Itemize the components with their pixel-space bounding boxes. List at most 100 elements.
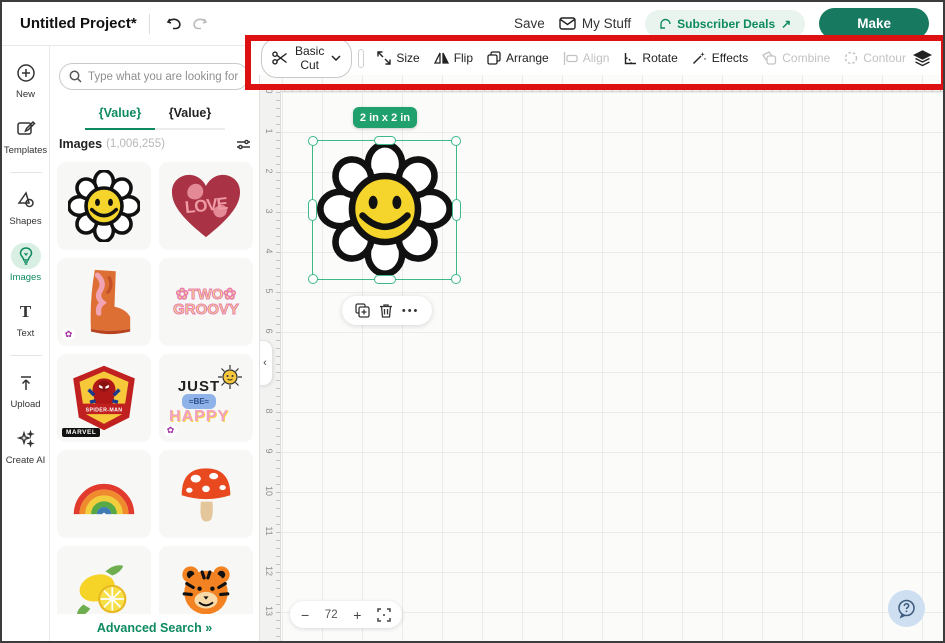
- align-icon: [563, 52, 578, 65]
- save-button[interactable]: Save: [514, 16, 545, 31]
- trash-icon: [379, 303, 393, 318]
- tab-second[interactable]: {Value}: [155, 100, 225, 128]
- color-swatch[interactable]: [359, 50, 363, 67]
- resize-handle-right[interactable]: [452, 199, 461, 221]
- shapes-icon: [11, 187, 41, 213]
- ruler-number: 3: [264, 205, 274, 217]
- thumbnail-two-groovy[interactable]: ✿TWO✿ GROOVY: [159, 258, 253, 346]
- images-lightbulb-icon: [11, 243, 41, 269]
- undo-button[interactable]: [162, 12, 187, 35]
- resize-handle-bottom-left[interactable]: [308, 274, 318, 284]
- selection-action-bar: •••: [342, 296, 432, 325]
- zoom-out-button[interactable]: −: [301, 607, 309, 623]
- flip-label: Flip: [454, 51, 473, 65]
- combine-icon: [762, 51, 777, 65]
- thumbnail-spider-man[interactable]: SPIDER-MAN MARVEL: [57, 354, 151, 442]
- combine-button[interactable]: Combine: [762, 51, 830, 65]
- resize-handle-bottom[interactable]: [374, 275, 396, 284]
- project-title: Untitled Project*: [20, 15, 137, 32]
- sidebar-item-create-ai[interactable]: Create AI: [3, 426, 49, 466]
- zoom-level: 72: [325, 609, 338, 621]
- delete-button[interactable]: [379, 303, 393, 318]
- size-icon: [377, 51, 391, 65]
- size-badge: 2 in x 2 in: [353, 107, 417, 128]
- ruler-number: 1: [264, 125, 274, 137]
- sidebar-item-text[interactable]: T Text: [3, 299, 49, 339]
- envelope-icon: [559, 17, 576, 30]
- rail-divider: [10, 355, 42, 356]
- active-tab-indicator: [85, 128, 155, 130]
- thumbnail-love-heart[interactable]: LOVE: [159, 162, 253, 250]
- new-plus-icon: [11, 60, 41, 86]
- linetype-dropdown[interactable]: Basic Cut: [261, 38, 352, 78]
- left-rail: New Templates Shapes Images T Text: [2, 46, 50, 641]
- save-label: Save: [514, 16, 545, 31]
- make-button[interactable]: Make: [819, 8, 929, 39]
- contour-button[interactable]: Contour: [844, 51, 906, 65]
- cricut-design-space-app: Untitled Project* Save My Stuff: [0, 0, 945, 643]
- sidebar-item-label: Shapes: [9, 216, 41, 227]
- help-button[interactable]: [888, 590, 925, 627]
- text-icon: T: [11, 299, 41, 325]
- design-canvas[interactable]: 012345678910111213 ‹ 2 in x 2 in: [260, 46, 943, 641]
- contour-label: Contour: [863, 51, 906, 65]
- effects-button[interactable]: Effects: [692, 51, 748, 65]
- thumbnail-mushroom[interactable]: [159, 450, 253, 538]
- thumbnail-flower-smiley[interactable]: [57, 162, 151, 250]
- resize-handle-top-left[interactable]: [308, 136, 318, 146]
- resize-handle-left[interactable]: [308, 199, 317, 221]
- my-stuff-label: My Stuff: [582, 16, 631, 31]
- filter-button[interactable]: [236, 138, 251, 151]
- images-panel: {Value} {Value} Images (1,006,255): [50, 46, 260, 641]
- sidebar-item-images[interactable]: Images: [3, 243, 49, 283]
- size-label: Size: [396, 51, 419, 65]
- canvas-flower-image[interactable]: [317, 143, 453, 275]
- advanced-search-link[interactable]: Advanced Search »: [97, 621, 212, 635]
- size-button[interactable]: Size: [377, 51, 419, 65]
- sidebar-item-label: Text: [17, 328, 34, 339]
- sidebar-item-new[interactable]: New: [3, 60, 49, 100]
- ruler-number: 9: [264, 445, 274, 457]
- ruler-number: 8: [264, 405, 274, 417]
- effects-label: Effects: [712, 51, 748, 65]
- search-input[interactable]: [88, 71, 238, 83]
- rotate-button[interactable]: Rotate: [623, 51, 677, 65]
- sidebar-item-label: Templates: [4, 145, 47, 156]
- sparkles-icon: [11, 426, 41, 452]
- tab-first[interactable]: {Value}: [85, 100, 155, 128]
- ruler-number: 0: [264, 85, 274, 97]
- chevron-right-double-icon: »: [205, 621, 212, 635]
- resize-handle-top[interactable]: [374, 136, 396, 145]
- subscriber-deals-button[interactable]: Subscriber Deals ↗: [645, 10, 805, 38]
- zoom-in-button[interactable]: +: [353, 607, 361, 623]
- selection-box[interactable]: [312, 140, 457, 280]
- search-bar: [59, 63, 249, 90]
- layers-panel-toggle[interactable]: [913, 50, 932, 67]
- combine-label: Combine: [782, 51, 830, 65]
- resize-handle-bottom-right[interactable]: [451, 274, 461, 284]
- sidebar-item-templates[interactable]: Templates: [3, 116, 49, 156]
- tab-underline: [85, 128, 225, 130]
- fit-to-screen-button[interactable]: [377, 608, 391, 622]
- groovy-line1: ✿TWO✿: [173, 287, 239, 302]
- resize-handle-top-right[interactable]: [451, 136, 461, 146]
- ellipsis-icon: •••: [402, 305, 420, 317]
- fit-screen-icon: [377, 608, 391, 622]
- my-stuff-button[interactable]: My Stuff: [559, 16, 631, 31]
- panel-collapse-handle[interactable]: ‹: [258, 340, 273, 386]
- more-options-button[interactable]: •••: [402, 305, 420, 317]
- thumbnail-rainbow[interactable]: [57, 450, 151, 538]
- thumbnail-just-be-happy[interactable]: JUST ≈BE≈ HAPPY ✿: [159, 354, 253, 442]
- search-icon: [69, 70, 82, 83]
- redo-button[interactable]: [187, 12, 212, 35]
- arrange-button[interactable]: Arrange: [487, 51, 549, 65]
- jbh-line3: HAPPY: [169, 410, 229, 423]
- ruler-number: 4: [264, 245, 274, 257]
- flip-button[interactable]: Flip: [434, 51, 473, 65]
- sidebar-item-shapes[interactable]: Shapes: [3, 187, 49, 227]
- align-button[interactable]: Align: [563, 51, 610, 65]
- duplicate-button[interactable]: [355, 303, 370, 318]
- thumbnail-cowboy-boot[interactable]: ✿: [57, 258, 151, 346]
- sidebar-item-upload[interactable]: Upload: [3, 370, 49, 410]
- groovy-line2: GROOVY: [173, 302, 239, 317]
